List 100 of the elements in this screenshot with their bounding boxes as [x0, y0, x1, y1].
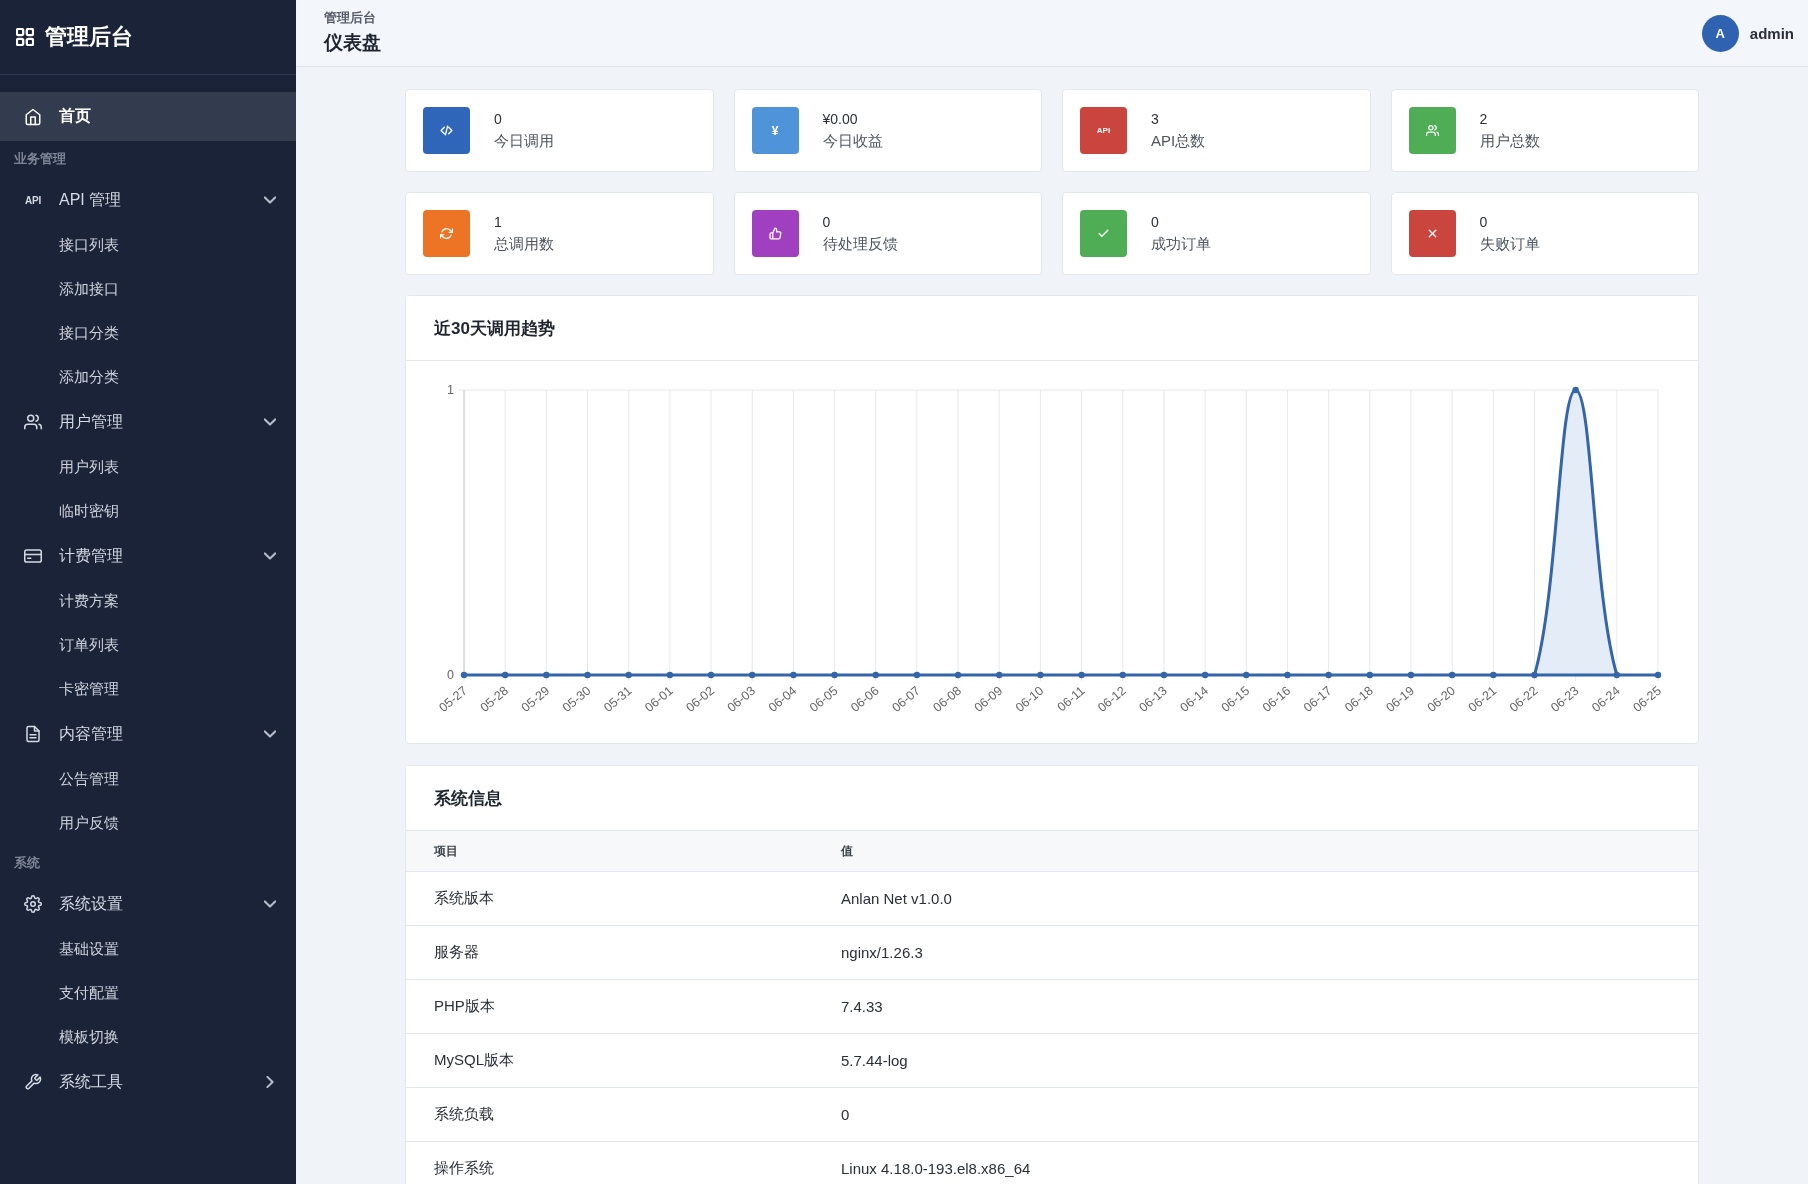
- api-icon: API: [24, 194, 42, 206]
- data-point: [1407, 671, 1415, 679]
- data-point: [1243, 671, 1250, 679]
- nav-subitem[interactable]: 接口列表: [0, 223, 296, 267]
- nav-subitem[interactable]: 用户列表: [0, 445, 296, 489]
- stat-value: 2: [1479, 110, 1489, 129]
- data-point: [872, 671, 879, 679]
- nav-group[interactable]: 系统工具: [0, 1059, 296, 1105]
- stat-label: API总数: [1151, 131, 1206, 151]
- table-cell: MySQL版本: [434, 1051, 514, 1070]
- table-cell: Anlan Net v1.0.0: [841, 890, 952, 907]
- stat-value: 0: [1479, 213, 1489, 232]
- stat-value: 1: [494, 213, 503, 232]
- data-point: [1366, 671, 1373, 679]
- section-label: 系统: [13, 854, 41, 872]
- grid-icon: [16, 28, 34, 46]
- stat-label: 失败订单: [1479, 234, 1540, 254]
- data-point: [1078, 671, 1085, 679]
- nav-subitem[interactable]: 添加分类: [0, 355, 296, 399]
- nav-group[interactable]: API API 管理: [0, 177, 296, 223]
- data-point: [831, 671, 838, 679]
- stat-label: 用户总数: [1479, 131, 1540, 151]
- data-point: [625, 671, 632, 679]
- data-point: [954, 671, 962, 679]
- data-point: [1201, 671, 1209, 679]
- data-point: [666, 671, 674, 679]
- nav-subitem[interactable]: 公告管理: [0, 757, 296, 801]
- stat-label: 总调用数: [494, 234, 554, 254]
- data-point: [1325, 671, 1332, 679]
- data-point: [790, 671, 797, 679]
- stat-value: 0: [494, 110, 503, 129]
- nav-subitem[interactable]: 接口分类: [0, 311, 296, 355]
- api-icon: API: [1080, 107, 1127, 154]
- data-point: [1572, 386, 1579, 394]
- nav-item[interactable]: 首页: [0, 92, 296, 141]
- data-point: [1613, 671, 1621, 679]
- section-label: 业务管理: [13, 150, 67, 168]
- table-cell: 操作系统: [434, 1159, 494, 1178]
- data-point: [1284, 671, 1291, 679]
- nav-group[interactable]: 计费管理: [0, 533, 296, 579]
- nav-subitem[interactable]: 添加接口: [0, 267, 296, 311]
- data-point: [996, 671, 1003, 679]
- nav-group[interactable]: 系统设置: [0, 881, 296, 927]
- user-name[interactable]: admin: [1749, 24, 1794, 42]
- stat-label: 今日调用: [494, 131, 554, 151]
- avatar[interactable]: A: [1701, 14, 1739, 52]
- nav-group[interactable]: 用户管理: [0, 399, 296, 445]
- data-point: [749, 671, 756, 679]
- data-point: [913, 671, 921, 679]
- nav-subitem[interactable]: 计费方案: [0, 579, 296, 623]
- data-point: [584, 671, 591, 679]
- column-header: 值: [841, 843, 853, 859]
- document-icon: [24, 725, 42, 743]
- page-title: 仪表盘: [324, 31, 381, 55]
- credit-card-icon: [24, 547, 42, 565]
- column-header: 项目: [434, 843, 458, 859]
- nav-subitem[interactable]: 临时密钥: [0, 489, 296, 533]
- stat-value: ¥0.00: [822, 110, 859, 129]
- table-cell: 5.7.44-log: [841, 1052, 908, 1069]
- table-cell: 系统负载: [434, 1105, 494, 1124]
- nav-subitem[interactable]: 用户反馈: [0, 801, 296, 845]
- table-cell: PHP版本: [434, 997, 495, 1016]
- users-icon: [24, 413, 42, 431]
- card-title: 系统信息: [434, 787, 502, 810]
- nav-subitem[interactable]: 订单列表: [0, 623, 296, 667]
- currency-icon: ¥: [751, 107, 799, 154]
- data-point: [543, 671, 550, 679]
- wrench-icon: [24, 1073, 42, 1091]
- stat-label: 待处理反馈: [822, 234, 898, 254]
- data-point: [1160, 671, 1168, 679]
- table-cell: nginx/1.26.3: [841, 944, 923, 961]
- data-point: [707, 671, 715, 679]
- nav-subitem[interactable]: 模板切换: [0, 1015, 296, 1059]
- data-point: [1531, 671, 1538, 679]
- stat-label: 今日收益: [822, 131, 883, 151]
- nav-group[interactable]: 内容管理: [0, 711, 296, 757]
- nav-subitem[interactable]: 基础设置: [0, 927, 296, 971]
- home-icon: [24, 107, 42, 126]
- data-point: [1037, 671, 1044, 679]
- breadcrumb[interactable]: 管理后台: [324, 10, 381, 27]
- data-point: [501, 671, 509, 679]
- data-point: [460, 671, 468, 679]
- table-cell: Linux 4.18.0-193.el8.x86_64: [841, 1160, 1031, 1177]
- settings-icon: [24, 895, 42, 913]
- stat-value: 3: [1151, 110, 1160, 129]
- axis-label: 1: [447, 383, 454, 397]
- nav-subitem[interactable]: 卡密管理: [0, 667, 296, 711]
- stat-value: 0: [1151, 213, 1160, 232]
- axis-label: 0: [447, 668, 454, 682]
- card-title: 近30天调用趋势: [434, 317, 555, 340]
- stat-label: 成功订单: [1151, 234, 1211, 254]
- table-cell: 系统版本: [434, 889, 494, 908]
- data-point: [1448, 671, 1456, 679]
- stat-value: 0: [822, 213, 832, 232]
- data-point: [1119, 671, 1126, 679]
- table-cell: 7.4.33: [841, 998, 883, 1015]
- data-point: [1654, 671, 1662, 679]
- table-cell: 服务器: [434, 943, 479, 962]
- nav-subitem[interactable]: 支付配置: [0, 971, 296, 1015]
- app-title: 管理后台: [45, 23, 133, 51]
